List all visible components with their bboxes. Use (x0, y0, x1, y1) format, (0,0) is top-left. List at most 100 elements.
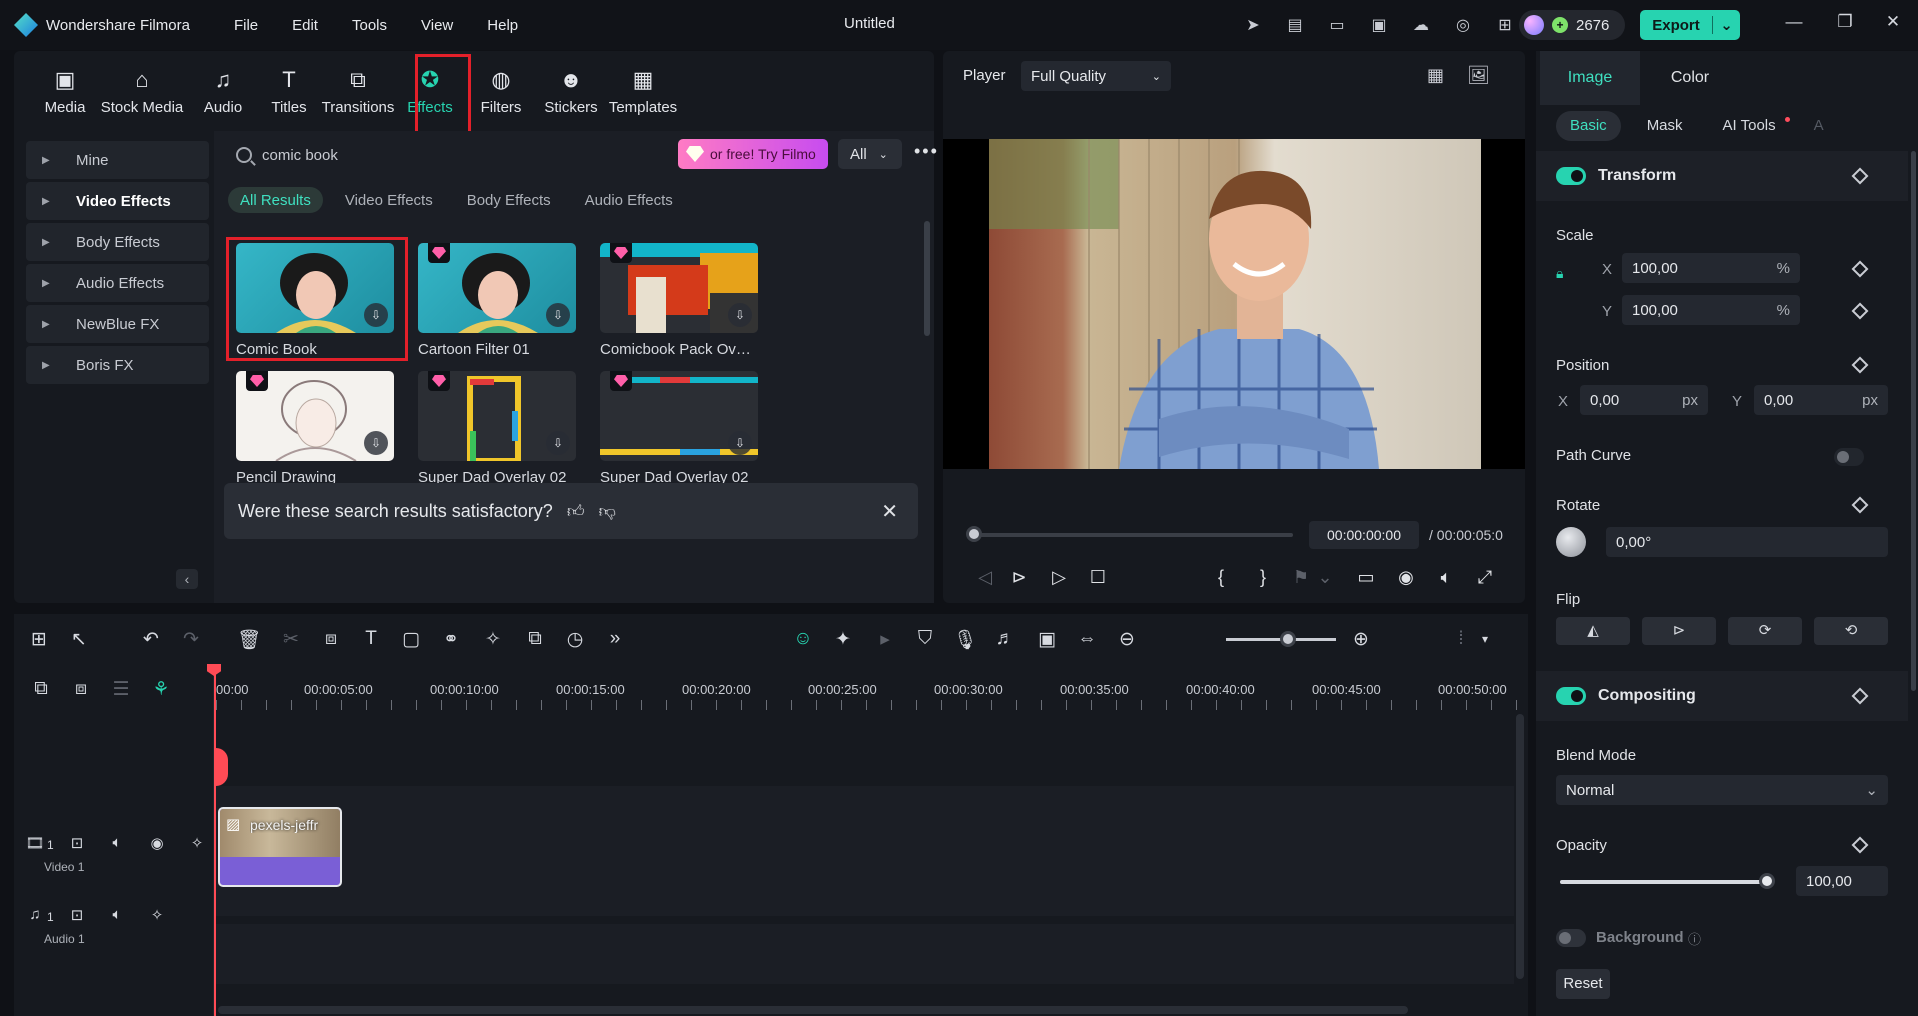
layout-grid-icon[interactable]: ⊞ (26, 628, 52, 651)
chip-all-results[interactable]: All Results (228, 187, 323, 213)
mark-out-icon[interactable]: } (1251, 567, 1275, 588)
effect-card-cartoon-filter[interactable]: ⇩ Cartoon Filter 01 (418, 243, 576, 358)
speed-timer-icon[interactable]: ◷ (562, 628, 588, 651)
text-tool-icon[interactable]: T (358, 628, 384, 650)
scale-y-input[interactable]: 100,00 % (1622, 295, 1800, 325)
lock-track-icon[interactable]: ⊡ (66, 834, 88, 852)
sidebar-item-newblue-fx[interactable]: ▶ NewBlue FX (26, 305, 209, 343)
reset-button[interactable]: Reset (1556, 969, 1610, 999)
headset-icon[interactable]: ◎ (1450, 12, 1476, 38)
crop-icon[interactable]: ⧈ (318, 628, 344, 650)
select-tool-icon[interactable]: ↖ (66, 628, 92, 651)
keyframe-diamond-icon[interactable] (1851, 356, 1869, 374)
opacity-input[interactable]: 100,00 (1796, 866, 1888, 896)
playback-scrubber-handle[interactable] (966, 526, 982, 542)
tab-color[interactable]: Color (1640, 51, 1740, 105)
snap-magnet-icon[interactable]: ⚘ (148, 678, 174, 701)
previous-frame-icon[interactable]: ◁ (973, 567, 997, 588)
camera-snapshot-icon[interactable]: ◉ (1394, 567, 1418, 588)
menu-edit[interactable]: Edit (292, 17, 318, 34)
sidebar-item-body-effects[interactable]: ▶ Body Effects (26, 223, 209, 261)
mute-track-icon[interactable]: 🔈︎ (106, 906, 128, 923)
eye-visibility-icon[interactable]: ◉ (146, 834, 168, 852)
flip-vertical-icon[interactable]: ⊳ (1642, 617, 1716, 645)
color-circles-icon[interactable]: ⚭ (438, 628, 464, 651)
tab-media[interactable]: ▣ Media (36, 51, 94, 129)
position-y-input[interactable]: 0,00 px (1754, 385, 1888, 415)
ai-enhance-icon[interactable]: ✧ (480, 628, 506, 651)
path-curve-toggle[interactable] (1834, 448, 1864, 466)
background-toggle[interactable] (1556, 929, 1586, 947)
timeline-ruler[interactable]: 00:00 00:00:05:00 00:00:10:00 00:00:15:0… (216, 670, 1526, 710)
rotate-dial[interactable] (1556, 527, 1586, 557)
minimize-icon[interactable]: — (1781, 12, 1807, 32)
transform-toggle[interactable] (1556, 167, 1586, 185)
flip-horizontal-icon[interactable]: ◭ (1556, 617, 1630, 645)
track-effects-icon[interactable]: ✧ (146, 906, 168, 924)
playhead-marker[interactable] (214, 748, 228, 786)
tab-image[interactable]: Image (1540, 51, 1640, 105)
keyframe-diamond-icon[interactable] (1851, 302, 1869, 320)
video-clip[interactable]: ▨ pexels-jeffr (218, 807, 342, 887)
effect-card-pencil-drawing[interactable]: ⇩ Pencil Drawing (236, 371, 394, 486)
grid-view-icon[interactable]: ▦ (1427, 65, 1444, 86)
zoom-out-icon[interactable]: ⊖ (1114, 628, 1140, 651)
collapse-sidebar-icon[interactable]: ‹ (176, 569, 198, 589)
search-input[interactable]: comic book (228, 139, 668, 171)
snapshot-image-icon[interactable]: 🖼︎ (1467, 65, 1490, 86)
help-icon[interactable]: ⓘ (1688, 929, 1701, 948)
mute-track-icon[interactable]: 🔈︎ (106, 834, 128, 851)
menu-view[interactable]: View (421, 17, 453, 34)
chip-audio-effects[interactable]: Audio Effects (573, 187, 685, 213)
keyframe-diamond-icon[interactable] (1851, 836, 1869, 854)
rotate-input[interactable]: 0,00° (1606, 527, 1888, 557)
shield-icon[interactable]: ⛉ (912, 628, 938, 650)
video-preview[interactable] (943, 139, 1525, 469)
save-icon[interactable]: ▣ (1366, 12, 1392, 38)
rotate-clockwise-icon[interactable]: ⟳ (1728, 617, 1802, 645)
menu-help[interactable]: Help (487, 17, 518, 34)
audio-lane[interactable] (216, 924, 1514, 984)
fullscreen-icon[interactable]: ⤢ (1473, 567, 1497, 588)
current-timecode[interactable]: 00:00:00:00 (1309, 521, 1419, 549)
sidebar-item-boris-fx[interactable]: ▶ Boris FX (26, 346, 209, 384)
quality-dropdown[interactable]: Full Quality ⌄ (1021, 61, 1171, 91)
image-replace-icon[interactable]: ▣ (1034, 628, 1060, 651)
track-effects-icon[interactable]: ✧ (186, 834, 208, 852)
marker-icon[interactable]: ⚑ (1289, 567, 1313, 588)
scale-x-input[interactable]: 100,00 % (1622, 253, 1800, 283)
thumbs-down-icon[interactable]: 👎︎ (599, 501, 616, 522)
download-icon[interactable]: ⇩ (728, 431, 752, 455)
close-icon[interactable]: ✕ (881, 499, 898, 524)
tab-transitions[interactable]: ⧉ Transitions (322, 51, 395, 129)
credits-badge[interactable]: + 2676 (1519, 10, 1625, 40)
subtab-mask[interactable]: Mask (1633, 111, 1697, 141)
download-icon[interactable]: ⇩ (364, 431, 388, 455)
add-track-icon[interactable]: ⧉ (28, 678, 54, 700)
timeline-horizontal-scrollbar[interactable] (218, 1006, 1408, 1014)
chip-body-effects[interactable]: Body Effects (455, 187, 563, 213)
keyframe-diamond-icon[interactable] (1851, 496, 1869, 514)
track-area[interactable] (216, 714, 1514, 1016)
thumbs-up-icon[interactable]: 👍︎ (567, 501, 585, 522)
video-lane[interactable] (216, 786, 1514, 916)
inspector-scrollbar[interactable] (1911, 151, 1916, 691)
restore-icon[interactable]: ❐ (1832, 12, 1858, 32)
split-scissors-icon[interactable]: ✂ (278, 628, 304, 651)
opacity-slider-handle[interactable] (1759, 873, 1775, 889)
zoom-slider-handle[interactable] (1280, 631, 1296, 647)
chevron-down-icon[interactable]: ⌄ (1712, 16, 1740, 34)
sidebar-item-mine[interactable]: ▶ Mine (26, 141, 209, 179)
chevron-down-icon[interactable]: ⌄ (1313, 567, 1337, 588)
menu-file[interactable]: File (234, 17, 258, 34)
link-track-icon[interactable]: ⧈ (68, 678, 94, 700)
opacity-slider-track[interactable] (1560, 880, 1766, 884)
ai-copilot-icon[interactable]: ☺ (790, 628, 816, 650)
menu-tools[interactable]: Tools (352, 17, 387, 34)
undo-icon[interactable]: ↶ (138, 628, 164, 651)
background-section-header[interactable]: Background ⓘ (1536, 919, 1908, 949)
track-manager-icon[interactable]: ☰ (108, 678, 134, 701)
subtab-basic[interactable]: Basic (1556, 111, 1621, 141)
play-icon[interactable]: ▷ (1047, 567, 1071, 588)
display-monitor-icon[interactable]: ▭ (1354, 567, 1378, 588)
